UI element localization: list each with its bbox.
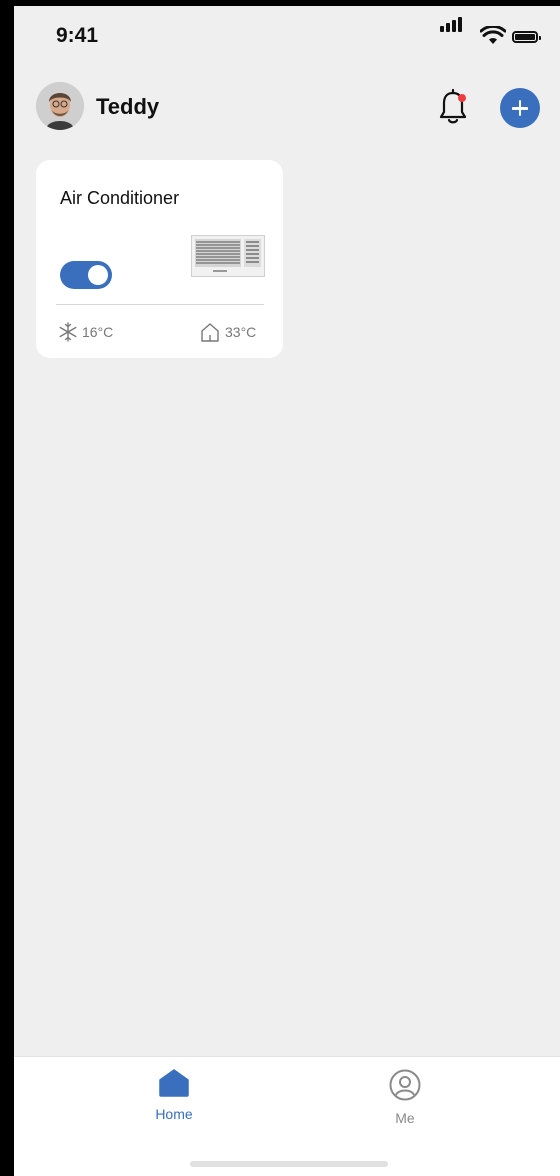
add-device-button[interactable] — [500, 88, 540, 128]
bell-icon — [439, 88, 467, 124]
device-name: Air Conditioner — [60, 188, 180, 208]
set-temperature-value: 16°C — [82, 324, 114, 340]
tab-home[interactable]: Home — [114, 1069, 234, 1129]
room-temperature: 33°C — [199, 320, 256, 344]
status-time: 9:41 — [56, 24, 99, 47]
profile-icon — [389, 1069, 421, 1101]
wifi-icon — [480, 26, 506, 44]
avatar-image — [36, 82, 84, 130]
toggle-knob — [88, 265, 108, 285]
tab-bar: Home Me — [14, 1056, 560, 1176]
tab-me[interactable]: Me — [345, 1069, 465, 1129]
tab-home-label: Home — [155, 1106, 193, 1122]
notification-button[interactable] — [436, 88, 470, 126]
header: Teddy — [14, 78, 560, 138]
device-card[interactable]: Air Conditioner 16°C 33°C — [36, 160, 283, 358]
set-temperature: 16°C — [58, 320, 113, 344]
user-name: Teddy — [96, 94, 160, 119]
avatar[interactable] — [36, 82, 84, 130]
card-divider — [56, 304, 264, 305]
house-icon — [201, 323, 219, 342]
notification-badge — [458, 94, 466, 102]
status-bar: 9:41 — [14, 6, 560, 62]
home-indicator — [190, 1161, 388, 1167]
air-conditioner-image — [191, 235, 265, 277]
status-icons — [440, 17, 541, 48]
app-screen: 9:41 Teddy Air Conditioner 16°C 33°C Hom… — [14, 6, 560, 1176]
tab-me-label: Me — [395, 1110, 415, 1126]
home-icon — [159, 1069, 189, 1097]
power-toggle[interactable] — [60, 261, 112, 289]
room-temperature-value: 33°C — [225, 324, 257, 340]
battery-icon — [512, 31, 541, 43]
snowflake-icon — [59, 322, 77, 342]
